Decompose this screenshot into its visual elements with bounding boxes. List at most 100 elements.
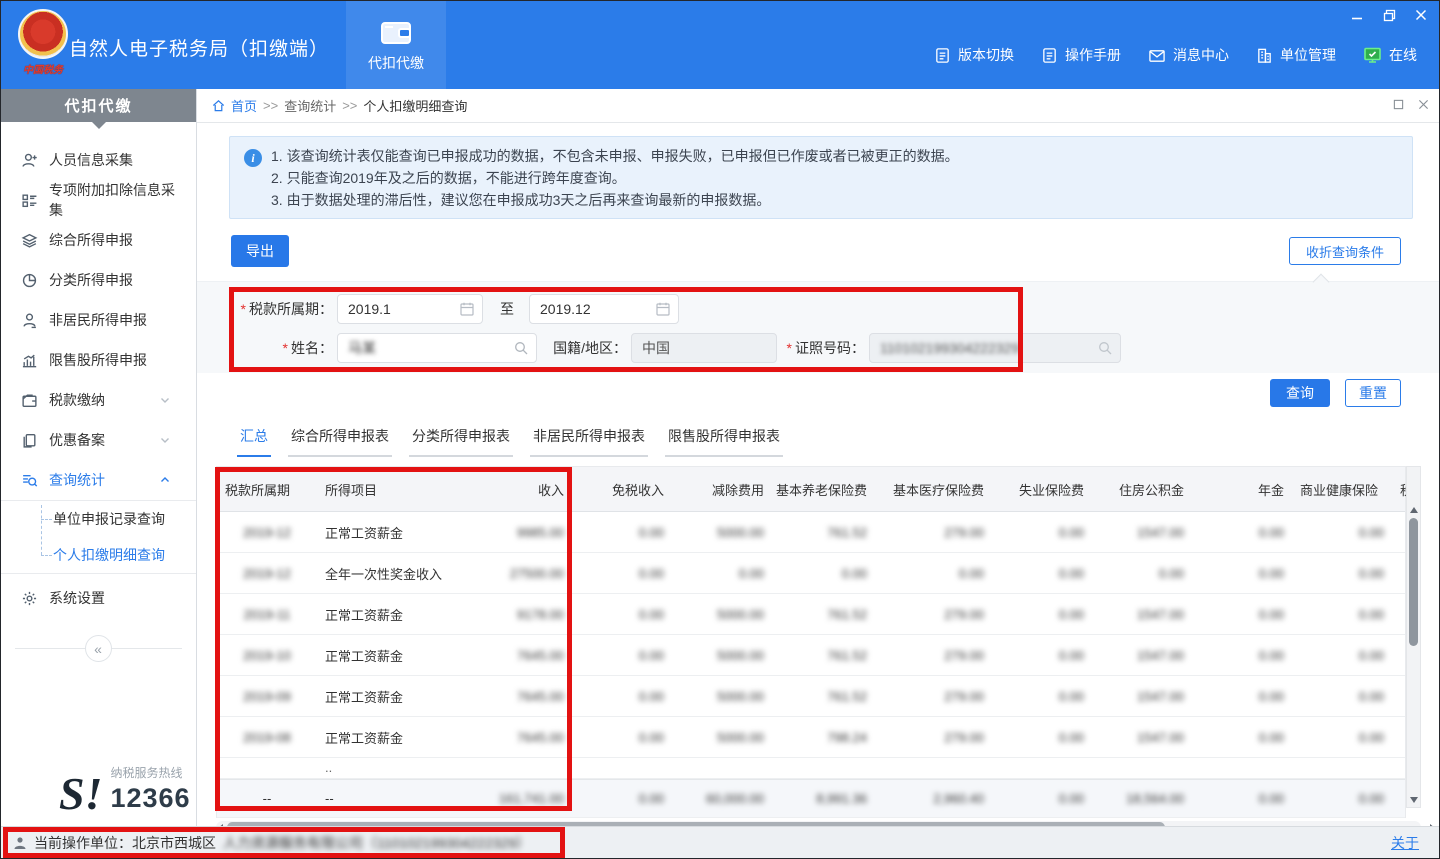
table-cell: 0.00 xyxy=(1292,594,1392,634)
table-cell: 0.00 xyxy=(992,594,1092,634)
table-cell: 279.00 xyxy=(875,717,992,757)
menu-version-switch[interactable]: 版本切换 xyxy=(934,45,1014,65)
search-icon xyxy=(513,340,529,359)
name-input[interactable]: 马某 xyxy=(337,333,537,363)
search-list-icon xyxy=(21,472,38,489)
cert-input[interactable]: 110102199304222329 xyxy=(869,333,1121,363)
sidebar-item-nonresident-income[interactable]: 非居民所得申报 xyxy=(1,300,196,340)
table-cell: 0.00 xyxy=(1292,717,1392,757)
to-label: 至 xyxy=(491,294,523,324)
sidebar-item-special-deduction[interactable]: 专项附加扣除信息采集 xyxy=(1,180,196,220)
table-row: 2019-12正常工资薪金9985.000.005000.00761.52279… xyxy=(217,512,1405,553)
sidebar-item-tax-payment[interactable]: 税款缴纳 xyxy=(1,380,196,420)
about-link[interactable]: 关于 xyxy=(1391,833,1419,853)
table-cell: 1547.00 xyxy=(1092,635,1192,675)
menu-operation-manual[interactable]: 操作手册 xyxy=(1041,45,1121,65)
summary-table: 税款所属期所得项目收入免税收入减除费用基本养老保险费基本医疗保险费失业保险费住房… xyxy=(216,466,1406,818)
table-cell: 7645.00 xyxy=(467,717,572,757)
sidebar-collapse-button[interactable]: « xyxy=(85,635,112,662)
layers-icon xyxy=(21,232,38,249)
table-cell: 0.00 xyxy=(1092,553,1192,593)
sidebar-header: 代扣代缴 xyxy=(1,89,196,122)
table-cell xyxy=(1092,758,1192,778)
sidebar-item-label: 查询统计 xyxy=(49,470,105,490)
monitor-check-icon xyxy=(1363,46,1382,64)
nationality-input[interactable]: 中国 xyxy=(631,333,777,363)
sidebar-subitem-personal-withholding-query[interactable]: 个人扣缴明细查询 xyxy=(1,537,196,573)
table-cell: 60,000.00 xyxy=(672,780,772,817)
table-cell: 5000.00 xyxy=(672,717,772,757)
period-end-input[interactable]: 2019.12 xyxy=(529,294,679,324)
table-cell: .. xyxy=(317,758,467,778)
tab-summary[interactable]: 汇总 xyxy=(237,426,271,457)
table-cell: 正常工资薪金 xyxy=(317,676,467,716)
tab-classified-income[interactable]: 分类所得申报表 xyxy=(409,426,513,457)
status-bar: 当前操作单位：北京市西城区 人力资源服务有限公司（110102199304222… xyxy=(1,826,1439,858)
tab-comprehensive-income[interactable]: 综合所得申报表 xyxy=(288,426,392,457)
restore-icon[interactable] xyxy=(1381,7,1397,23)
label-text: 税款所属期： xyxy=(249,299,333,319)
label-text: 证照号码： xyxy=(795,338,865,358)
table-cell: 全年一次性奖金收入 xyxy=(317,553,467,593)
vertical-scroll-thumb[interactable] xyxy=(1409,518,1418,646)
breadcrumb-level1[interactable]: 查询统计 xyxy=(284,96,336,115)
label-text: 姓名： xyxy=(291,338,333,358)
document-icon xyxy=(934,47,951,64)
sidebar-item-classified-income[interactable]: 分类所得申报 xyxy=(1,260,196,300)
minimize-icon[interactable] xyxy=(1349,7,1365,23)
table-cell: 279.00 xyxy=(875,635,992,675)
person-icon xyxy=(21,312,38,329)
query-form: * 税款所属期： 2019.1 至 2019.12 xyxy=(197,281,1440,373)
online-status[interactable]: 在线 xyxy=(1363,45,1417,65)
table-row: 2019-08正常工资薪金7645.000.005000.00798.24279… xyxy=(217,717,1405,758)
menu-unit-management[interactable]: 单位管理 xyxy=(1256,45,1336,65)
table-cell: 0.00 xyxy=(992,553,1092,593)
menu-message-center[interactable]: 消息中心 xyxy=(1148,45,1229,65)
table-cell: 0.00 xyxy=(992,635,1092,675)
sidebar-item-label: 非居民所得申报 xyxy=(49,310,147,330)
sidebar-subitem-unit-declaration-query[interactable]: 单位申报记录查询 xyxy=(1,501,196,537)
envelope-icon xyxy=(1148,47,1166,64)
query-button[interactable]: 查询 xyxy=(1270,379,1330,407)
table-cell: 0.00 xyxy=(1292,512,1392,552)
table-cell: 2,960.40 xyxy=(875,780,992,817)
table-cell: 0.00 xyxy=(1292,635,1392,675)
sidebar-item-query-statistics[interactable]: 查询统计 xyxy=(1,460,196,500)
column-header: 失业保险费 xyxy=(992,467,1092,511)
table-row: 2019-09正常工资薪金7645.000.005000.00761.52279… xyxy=(217,676,1405,717)
collapse-query-button[interactable]: 收折查询条件 xyxy=(1289,237,1401,265)
vertical-scrollbar[interactable] xyxy=(1406,466,1421,808)
scroll-up-icon[interactable] xyxy=(1410,507,1418,513)
table-cell: 798.24 xyxy=(772,717,875,757)
sidebar-item-restricted-stock[interactable]: 限售股所得申报 xyxy=(1,340,196,380)
search-icon xyxy=(1097,340,1113,359)
period-start-input[interactable]: 2019.1 xyxy=(337,294,483,324)
export-button[interactable]: 导出 xyxy=(231,235,289,267)
sidebar: 代扣代缴 人员信息采集 专项附加扣除信息采集 综合所得申报 xyxy=(1,89,197,828)
close-icon[interactable] xyxy=(1413,7,1429,23)
sidebar-item-comprehensive-income[interactable]: 综合所得申报 xyxy=(1,220,196,260)
table-cell: 0.00 xyxy=(1192,553,1292,593)
table-cell xyxy=(217,758,317,778)
notice-line: 3. 由于数据处理的滞后性，建议您在申报成功3天之后再来查询最新的申报数据。 xyxy=(271,189,959,211)
tab-withholding-module[interactable]: 代扣代缴 xyxy=(346,1,446,89)
reset-button[interactable]: 重置 xyxy=(1345,379,1401,407)
sidebar-item-preferential-filing[interactable]: 优惠备案 xyxy=(1,420,196,460)
scroll-down-icon[interactable] xyxy=(1410,797,1418,803)
breadcrumb: 首页 >> 查询统计 >> 个人扣缴明细查询 xyxy=(197,89,1440,123)
table-cell: 0.00 xyxy=(572,780,672,817)
breadcrumb-separator: >> xyxy=(263,98,278,113)
sidebar-item-system-settings[interactable]: 系统设置 xyxy=(1,578,196,618)
breadcrumb-home[interactable]: 首页 xyxy=(211,96,257,115)
tab-restricted-stock[interactable]: 限售股所得申报表 xyxy=(665,426,783,457)
breadcrumb-home-label: 首页 xyxy=(231,96,257,115)
tab-nonresident-income[interactable]: 非居民所得申报表 xyxy=(530,426,648,457)
panel-close-icon[interactable] xyxy=(1418,99,1429,110)
notice-line: 2. 只能查询2019年及之后的数据，不能进行跨年度查询。 xyxy=(271,167,959,189)
sidebar-item-personnel-info[interactable]: 人员信息采集 xyxy=(1,140,196,180)
column-header: 收入 xyxy=(467,467,572,511)
main-panel: 首页 >> 查询统计 >> 个人扣缴明细查询 i 1. 该查询统计表仅能查询已申… xyxy=(197,89,1440,828)
app-window: 中国税务 自然人电子税务局（扣缴端） 代扣代缴 版本切换 xyxy=(0,0,1440,859)
panel-restore-icon[interactable] xyxy=(1393,99,1404,110)
column-header: 基本养老保险费 xyxy=(772,467,875,511)
